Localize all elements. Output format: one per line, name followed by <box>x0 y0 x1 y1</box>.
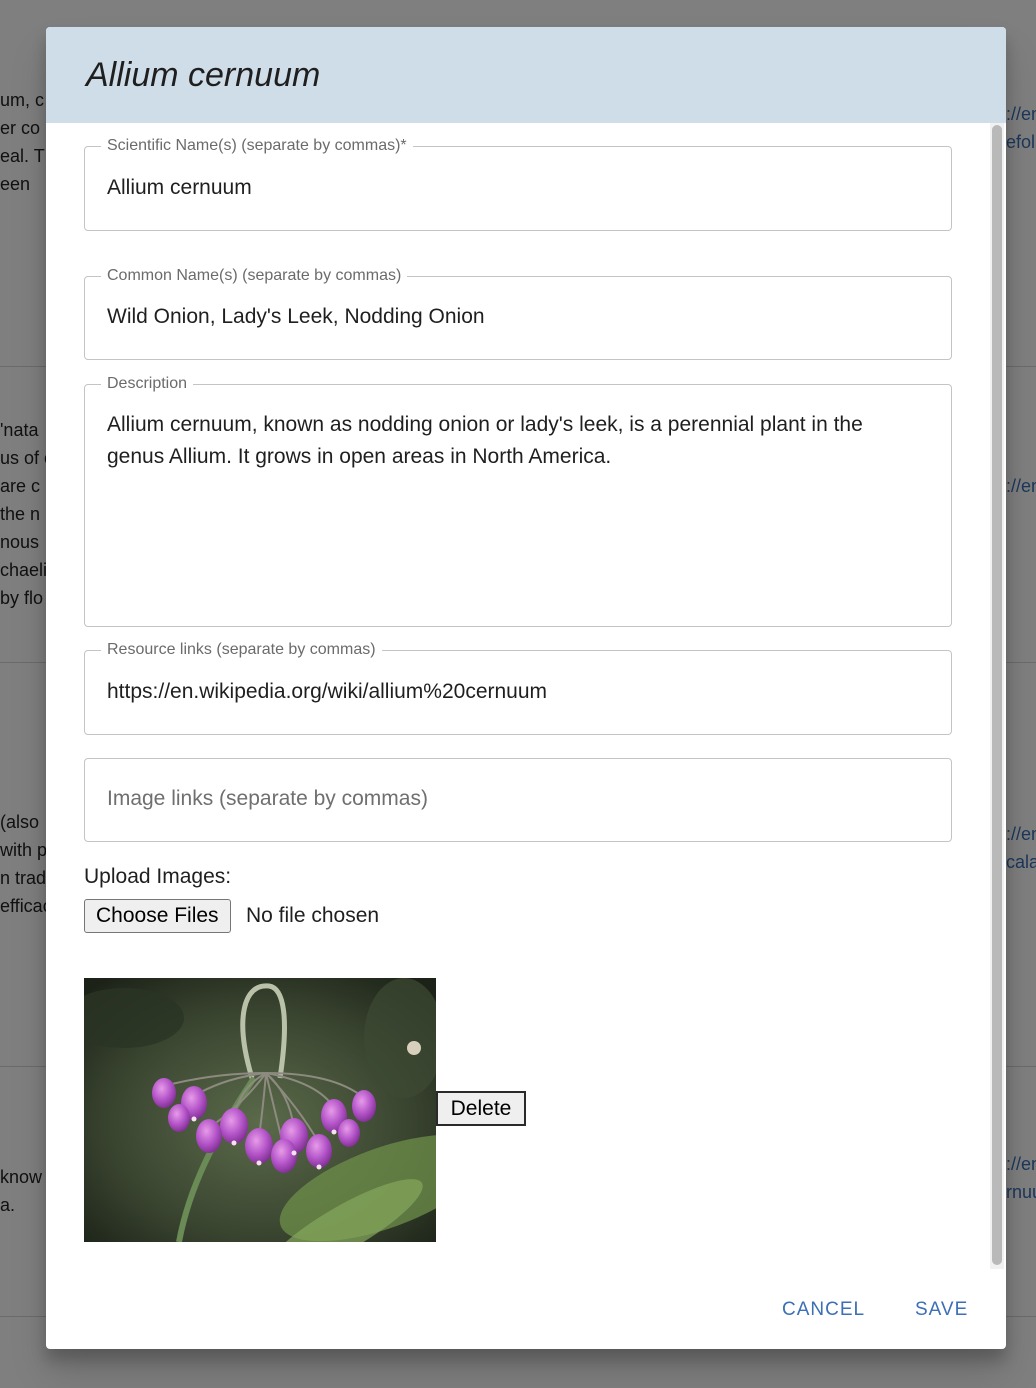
delete-image-button[interactable]: Delete <box>436 1091 526 1126</box>
description-field[interactable]: Description Allium cernuum, known as nod… <box>84 374 952 627</box>
image-links-field[interactable]: Image links (separate by commas) <box>84 758 952 842</box>
choose-files-button[interactable]: Choose Files <box>84 899 231 933</box>
plant-image-thumbnail <box>84 978 436 1242</box>
nodding-onion-image <box>84 978 436 1242</box>
dialog-scrollbar[interactable] <box>990 123 1004 1269</box>
common-name-field[interactable]: Common Name(s) (separate by commas) Wild… <box>84 266 952 360</box>
dialog-header: Allium cernuum <box>46 27 1006 123</box>
common-name-value: Wild Onion, Lady's Leek, Nodding Onion <box>107 305 485 328</box>
upload-images-label: Upload Images: <box>84 865 232 888</box>
scientific-name-field[interactable]: Scientific Name(s) (separate by commas)*… <box>84 136 952 231</box>
cancel-button[interactable]: CANCEL <box>782 1295 865 1325</box>
description-value: Allium cernuum, known as nodding onion o… <box>107 413 863 468</box>
edit-plant-dialog: Allium cernuum Scientific Name(s) (separ… <box>46 27 1006 1349</box>
dialog-actions: CANCEL SAVE <box>46 1273 1006 1349</box>
file-status-text: No file chosen <box>246 904 380 927</box>
resource-links-value: https://en.wikipedia.org/wiki/allium%20c… <box>107 680 548 703</box>
image-links-placeholder: Image links (separate by commas) <box>107 787 428 810</box>
resource-links-field[interactable]: Resource links (separate by commas) http… <box>84 640 952 735</box>
dialog-title: Allium cernuum <box>86 55 321 94</box>
scientific-name-value: Allium cernuum <box>107 176 252 199</box>
description-label: Description <box>101 374 194 394</box>
dialog-body: Scientific Name(s) (separate by commas)*… <box>46 123 1006 1273</box>
save-button[interactable]: SAVE <box>915 1295 968 1325</box>
resource-links-label: Resource links (separate by commas) <box>101 640 382 660</box>
common-name-label: Common Name(s) (separate by commas) <box>101 266 408 286</box>
scientific-name-label: Scientific Name(s) (separate by commas)* <box>101 136 413 156</box>
scrollbar-thumb[interactable] <box>992 125 1002 1265</box>
